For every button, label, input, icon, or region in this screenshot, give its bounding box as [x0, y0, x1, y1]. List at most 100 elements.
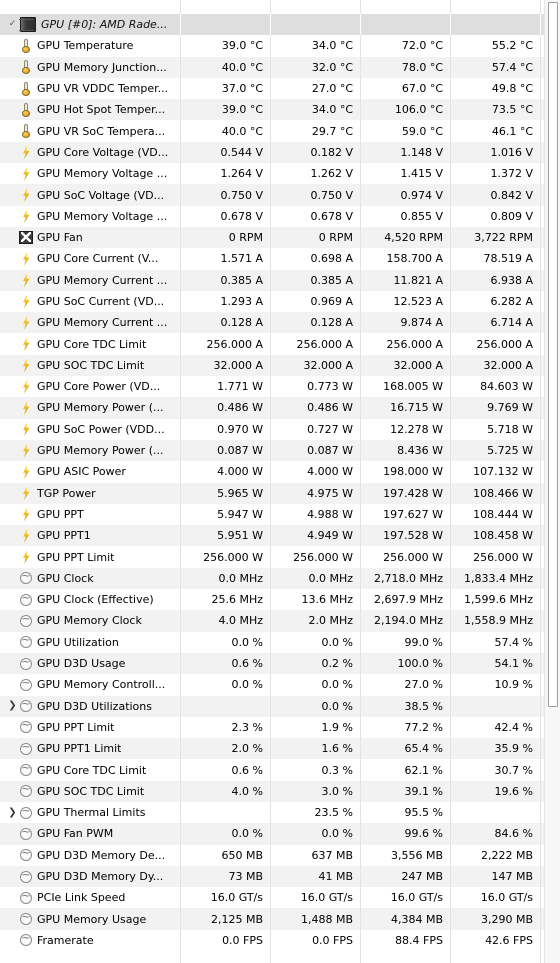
sensor-name-cell: GPU Memory Junction... — [0, 56, 181, 78]
table-row[interactable]: GPU Fan PWM0.0 %0.0 %99.6 %84.6 % — [0, 823, 545, 845]
table-row[interactable]: Framerate0.0 FPS0.0 FPS88.4 FPS42.6 FPS — [0, 929, 545, 952]
expander-placeholder — [6, 893, 19, 903]
sensor-name-label: GPU Fan PWM — [37, 827, 114, 841]
table-row[interactable]: GPU SoC Power (VDD... 0.970 W 0.727 W 12.27… — [0, 418, 545, 440]
table-row[interactable]: GPU SOC TDC Limit 32.000 A 32.000 A 32.000 … — [0, 354, 545, 377]
sensor-group-row[interactable]: ✓ GPU [#0]: AMD Rade... — [0, 14, 545, 36]
table-row[interactable]: GPU Temperature 39.0 °C 34.0 °C 72.0 °C 55.2… — [0, 35, 545, 57]
table-row[interactable]: GPU SoC Current (VD... 1.293 A 0.969 A 12.5… — [0, 290, 545, 313]
expand-chevron-icon[interactable]: ❯ — [6, 807, 19, 818]
table-row[interactable]: GPU D3D Usage 0.6 %0.2 %100.0 %54.1 % — [0, 652, 545, 675]
table-row[interactable]: GPU PPT1 Limit 2.0 %1.6 %65.4 %35.9 % — [0, 738, 545, 760]
icon-placeholder — [19, 955, 33, 963]
average-value-cell: 46.1 °C — [451, 120, 541, 142]
table-row[interactable]: GPU Memory Controll...0.0 %0.0 %27.0 %10… — [0, 674, 545, 696]
bolt-icon — [19, 337, 33, 351]
average-value-cell — [451, 14, 541, 36]
minimum-value-cell: 0.0 % — [271, 631, 361, 653]
thermometer-icon — [19, 102, 33, 117]
sensor-name-label: GPU Fan — [37, 231, 83, 245]
table-row[interactable]: GPU Memory Current ... 0.385 A 0.385 A 11.8… — [0, 269, 545, 291]
expander-placeholder — [6, 318, 19, 328]
table-row[interactable]: GPU Core Voltage (VD... 0.544 V 0.182 V 1.1… — [0, 141, 545, 164]
table-row[interactable]: GPU Utilization0.0 %0.0 %99.0 %57.4 % — [0, 631, 545, 653]
expander-placeholder — [6, 403, 19, 413]
current-value-cell: 2,125 MB — [181, 908, 271, 930]
average-value-cell: 49.8 °C — [451, 77, 541, 100]
minimum-value-cell: 637 MB — [271, 844, 361, 866]
vertical-scrollbar[interactable] — [544, 0, 560, 963]
table-row[interactable]: GPU D3D Memory De... 650 MB637 MB3,556 MB… — [0, 844, 545, 866]
maximum-value-cell: 12.278 W — [361, 418, 451, 440]
table-row[interactable]: TGP Power 5.965 W 4.975 W 197.428 W 108.466 … — [0, 482, 545, 504]
expand-chevron-icon[interactable]: ❯ — [6, 701, 19, 711]
table-row[interactable]: GPU PPT1 5.951 W 4.949 W 197.528 W 108.458 W — [0, 525, 545, 547]
maximum-value-cell: 197.528 W — [361, 525, 451, 547]
current-value-cell: 0 RPM — [181, 226, 271, 249]
table-row[interactable]: GPU Clock (Effective) 25.6 MHz13.6 MHz2,6… — [0, 589, 545, 611]
sensor-name-cell: GPU Memory Current ... — [0, 312, 181, 334]
table-row[interactable]: GPU Fan 0 RPM 0 RPM 4,520 RPM 3,722 RPM — [0, 226, 545, 249]
table-row[interactable]: GPU PPT Limit 2.3 %1.9 %77.2 %42.4 % — [0, 716, 545, 739]
expander-placeholder — [6, 169, 19, 179]
table-row[interactable]: GPU VR VDDC Temper... 37.0 °C 27.0 °C 67.0 … — [0, 77, 545, 100]
average-value-cell: 57.4 °C — [451, 56, 541, 78]
table-row[interactable]: GPU Memory Power (... 0.087 W 0.087 W 8.436… — [0, 439, 545, 462]
table-row[interactable]: GPU Memory Voltage ... 1.264 V 1.262 V 1.41… — [0, 163, 545, 185]
maximum-value-cell: 59.0 °C — [361, 120, 451, 142]
table-row[interactable]: GPU Memory Power (... 0.486 W 0.486 W 16.71… — [0, 397, 545, 419]
table-row[interactable]: GPU Core Current (V... 1.571 A 0.698 A 158.… — [0, 248, 545, 270]
table-row[interactable]: GPU Hot Spot Temper... 39.0 °C 34.0 °C 106.… — [0, 99, 545, 121]
average-value-cell: 42.6 FPS — [451, 929, 541, 952]
table-row[interactable]: GPU Core TDC Limit 0.6 %0.3 %62.1 %30.7 % — [0, 759, 545, 781]
minimum-value-cell: 16.0 GT/s — [271, 887, 361, 909]
table-row[interactable]: GPU PPT 5.947 W 4.988 W 197.627 W 108.444 W — [0, 503, 545, 526]
clock-icon — [19, 718, 33, 734]
sensor-table[interactable]: ✓ GPU [#0]: AMD Rade... GPU Temperature 39… — [0, 0, 545, 963]
sensor-name-label: GPU Memory Junction... — [37, 60, 167, 74]
table-row[interactable]: GPU D3D Memory Dy... 73 MB41 MB247 MB147 … — [0, 865, 545, 888]
vertical-scrollbar-thumb[interactable] — [548, 2, 558, 707]
minimum-value-cell: 1,488 MB — [271, 908, 361, 930]
table-row[interactable]: ❯ GPU D3D Utilizations 0.0 %38.5 % — [0, 695, 545, 717]
table-row[interactable]: PCIe Link Speed16.0 GT/s16.0 GT/s16.0 GT… — [0, 887, 545, 909]
maximum-value-cell: 1.148 V — [361, 141, 451, 164]
table-row[interactable]: GPU Clock0.0 MHz0.0 MHz2,718.0 MHz1,833.… — [0, 567, 545, 590]
bolt-icon — [19, 167, 33, 181]
expander-placeholder — [6, 829, 19, 839]
table-row[interactable]: GPU VR SoC Tempera... 40.0 °C 29.7 °C 59.0 … — [0, 120, 545, 142]
sensor-name-cell: GPU ASIC Power — [0, 461, 181, 483]
average-value-cell: 256.000 W — [451, 546, 541, 568]
table-row[interactable]: GPU Core TDC Limit 256.000 A 256.000 A 256.… — [0, 333, 545, 355]
sensor-name-label: GPU Memory Voltage ... — [37, 167, 168, 181]
expander-placeholder — [6, 254, 19, 264]
average-value-cell: 107.132 W — [451, 461, 541, 483]
table-row[interactable]: GPU Memory Current ... 0.128 A 0.128 A 9.87… — [0, 312, 545, 334]
table-row[interactable]: GPU Core Power (VD... 1.771 W 0.773 W 168.0… — [0, 376, 545, 398]
current-value-cell — [181, 0, 271, 14]
average-value-cell: 32.000 A — [451, 354, 541, 377]
table-row[interactable]: ❯ GPU Thermal Limits 23.5 %95.5 % — [0, 801, 545, 824]
table-row[interactable]: GPU Memory Junction... 40.0 °C 32.0 °C 78.0… — [0, 56, 545, 78]
table-row[interactable]: GPU SoC Voltage (VD... 0.750 V 0.750 V 0.97… — [0, 184, 545, 206]
expander-placeholder — [6, 446, 19, 456]
sensor-name-cell: GPU VR VDDC Temper... — [0, 77, 181, 100]
table-row[interactable]: GPU Memory Usage 2,125 MB1,488 MB4,384 MB… — [0, 908, 545, 930]
table-row[interactable]: GPU PPT Limit 256.000 W 256.000 W 256.000 W… — [0, 546, 545, 568]
sensor-name-cell: GPU PPT Limit — [0, 546, 181, 568]
minimum-value-cell: 32.0 °C — [271, 56, 361, 78]
bolt-icon — [19, 295, 33, 309]
bolt-icon — [19, 401, 33, 415]
minimum-value-cell: 0.750 V — [271, 184, 361, 206]
table-row[interactable]: GPU Memory Voltage ... 0.678 V 0.678 V 0.85… — [0, 205, 545, 227]
table-row[interactable]: GPU Memory Clock 4.0 MHz2.0 MHz2,194.0 MH… — [0, 610, 545, 632]
minimum-value-cell: 1.6 % — [271, 738, 361, 760]
current-value-cell: 37.0 °C — [181, 77, 271, 100]
checkmark-icon[interactable]: ✓ — [6, 20, 19, 29]
sensor-name-cell: ❯ GPU Thermal Limits — [0, 801, 181, 824]
average-value-cell: 6.714 A — [451, 312, 541, 334]
maximum-value-cell: 3,556 MB — [361, 844, 451, 866]
sensor-name-label: GPU Memory Controll... — [37, 678, 166, 692]
table-row[interactable]: GPU SOC TDC Limit 4.0 %3.0 %39.1 %19.6 % — [0, 780, 545, 802]
table-row[interactable]: GPU ASIC Power 4.000 W 4.000 W 198.000 W 107… — [0, 461, 545, 483]
